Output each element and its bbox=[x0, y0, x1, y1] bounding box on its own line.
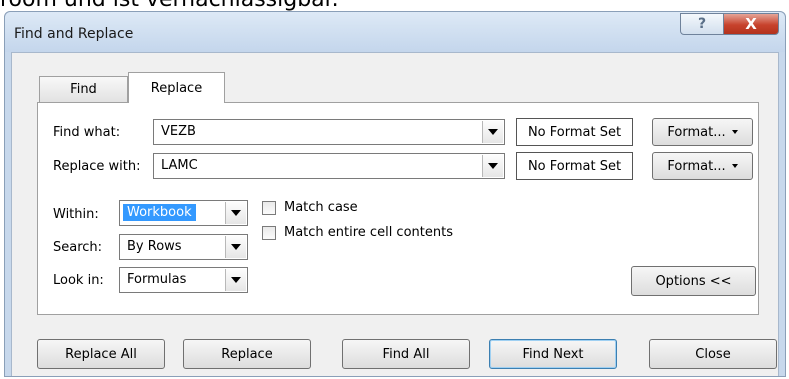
within-value[interactable]: Workbook bbox=[123, 204, 196, 221]
dialog-content: Find Replace Find what: VEZB No Format S… bbox=[11, 52, 779, 376]
dialog-title: Find and Replace bbox=[14, 26, 134, 42]
look-in-select[interactable]: Formulas bbox=[119, 267, 248, 293]
replace-with-dropdown[interactable] bbox=[482, 155, 503, 177]
chevron-down-icon bbox=[731, 130, 738, 134]
replace-format-status: No Format Set bbox=[516, 152, 633, 180]
close-button[interactable]: Close bbox=[649, 339, 777, 369]
find-next-button[interactable]: Find Next bbox=[489, 339, 617, 369]
search-select[interactable]: By Rows bbox=[119, 234, 248, 260]
replace-all-button[interactable]: Replace All bbox=[37, 339, 165, 369]
close-window-button[interactable]: X bbox=[723, 13, 779, 35]
replace-format-button[interactable]: Format... bbox=[652, 152, 753, 180]
within-dropdown[interactable] bbox=[225, 202, 246, 224]
options-button[interactable]: Options << bbox=[631, 266, 756, 296]
chevron-down-icon bbox=[231, 277, 241, 283]
match-case-label[interactable]: Match case bbox=[284, 200, 358, 215]
options-button-label: Options << bbox=[655, 273, 732, 289]
search-dropdown[interactable] bbox=[225, 236, 246, 258]
title-bar[interactable]: Find and Replace bbox=[5, 12, 785, 52]
replace-with-label: Replace with: bbox=[53, 159, 141, 174]
match-entire-label[interactable]: Match entire cell contents bbox=[284, 225, 453, 240]
search-label: Search: bbox=[53, 240, 103, 255]
find-format-button[interactable]: Format... bbox=[652, 118, 753, 146]
chevron-down-icon bbox=[731, 164, 738, 168]
look-in-dropdown[interactable] bbox=[225, 269, 246, 291]
within-select[interactable]: Workbook bbox=[119, 200, 248, 226]
replace-label: Replace bbox=[221, 346, 273, 362]
close-label: Close bbox=[695, 346, 731, 362]
replace-panel: Find what: VEZB No Format Set Format... … bbox=[37, 102, 759, 315]
search-value[interactable]: By Rows bbox=[127, 239, 182, 254]
tab-replace[interactable]: Replace bbox=[128, 72, 225, 103]
find-next-label: Find Next bbox=[522, 346, 584, 362]
look-in-value[interactable]: Formulas bbox=[127, 272, 186, 287]
help-button[interactable]: ? bbox=[680, 13, 724, 35]
find-replace-dialog: Find and Replace ? X Find Replace Find w… bbox=[4, 11, 786, 377]
close-icon: X bbox=[745, 15, 757, 33]
background-document-text: room und ist vernachlässigbar. bbox=[0, 0, 339, 12]
replace-format-button-label: Format... bbox=[667, 158, 726, 174]
match-entire-checkbox[interactable] bbox=[262, 226, 276, 240]
chevron-down-icon bbox=[231, 244, 241, 250]
find-all-label: Find All bbox=[382, 346, 430, 362]
chevron-down-icon bbox=[488, 163, 498, 169]
tab-find-label: Find bbox=[70, 82, 97, 97]
chevron-down-icon bbox=[488, 129, 498, 135]
replace-with-value[interactable]: LAMC bbox=[161, 158, 198, 173]
within-label: Within: bbox=[53, 207, 99, 222]
find-format-button-label: Format... bbox=[667, 124, 726, 140]
chevron-down-icon bbox=[231, 210, 241, 216]
find-what-combo[interactable]: VEZB bbox=[153, 119, 505, 145]
find-what-label: Find what: bbox=[53, 125, 121, 140]
find-all-button[interactable]: Find All bbox=[342, 339, 470, 369]
match-case-checkbox[interactable] bbox=[262, 201, 276, 215]
find-what-dropdown[interactable] bbox=[482, 121, 503, 143]
replace-all-label: Replace All bbox=[65, 346, 137, 362]
tab-replace-label: Replace bbox=[150, 80, 203, 96]
replace-with-combo[interactable]: LAMC bbox=[153, 153, 505, 179]
replace-button[interactable]: Replace bbox=[183, 339, 311, 369]
tab-find[interactable]: Find bbox=[39, 76, 128, 102]
look-in-label: Look in: bbox=[53, 273, 104, 288]
help-icon: ? bbox=[697, 16, 707, 32]
find-format-status: No Format Set bbox=[516, 118, 633, 146]
find-what-value[interactable]: VEZB bbox=[161, 124, 196, 139]
